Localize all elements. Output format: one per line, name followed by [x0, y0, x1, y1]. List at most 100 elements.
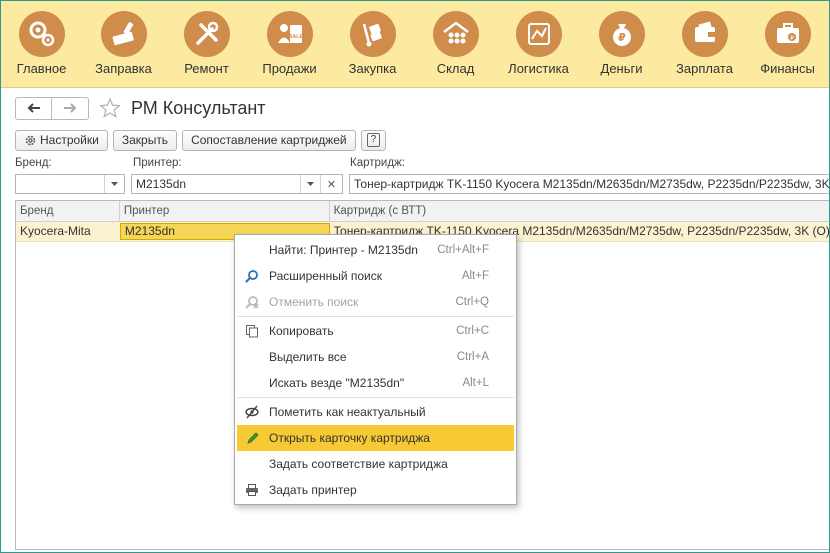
help-button[interactable]: ?: [360, 129, 387, 151]
menu-item-shortcut: Alt+F: [461, 270, 489, 282]
brand-field[interactable]: [15, 174, 125, 194]
help-icon: ?: [366, 133, 381, 147]
svg-text:SALE: SALE: [289, 34, 303, 40]
menu-item-label: Открыть карточку картриджа: [269, 431, 430, 445]
section-label: Зарплата: [676, 61, 733, 76]
menu-separator: [237, 397, 514, 398]
menu-item-shortcut: Ctrl+C: [456, 325, 489, 337]
cartridge-value: Тонер-картридж TK-1150 Kyocera M2135dn/M…: [354, 177, 830, 191]
page-title: РМ Консультант: [131, 97, 266, 118]
column-header-brand[interactable]: Бренд: [16, 201, 120, 221]
menu-item-shortcut: Ctrl+Q: [455, 296, 489, 308]
menu-separator: [237, 316, 514, 317]
section-label: Логистика: [508, 61, 569, 76]
menu-item-shortcut: Ctrl+Alt+F: [437, 244, 489, 256]
section-label: Финансы: [760, 61, 815, 76]
section-label: Главное: [16, 61, 67, 76]
menu-item-cancel-search[interactable]: Отменить поиск Ctrl+Q: [235, 289, 516, 315]
section-logistics[interactable]: Логистика: [497, 1, 580, 87]
section-purchase[interactable]: Закупка: [331, 1, 414, 87]
arrow-left-icon: [27, 103, 40, 113]
cartridge-label: Картридж:: [350, 157, 405, 169]
printer-value: M2135dn: [136, 177, 187, 191]
brand-dropdown-button[interactable]: [104, 175, 124, 193]
app-window: Главное Заправка Ремонт SALE Продажи Зак…: [0, 0, 830, 553]
map-icon: [515, 11, 562, 57]
settings-button[interactable]: Настройки: [15, 129, 108, 151]
warehouse-icon: [432, 11, 479, 57]
menu-item-shortcut: Alt+L: [462, 377, 489, 389]
menu-item-label: Отменить поиск: [269, 295, 359, 309]
money-bag-icon: ₽: [598, 11, 645, 57]
form-header: РМ Консультант: [15, 95, 815, 121]
toolbar: Настройки Закрыть Сопоставление картридж…: [15, 129, 391, 151]
menu-item-label: Расширенный поиск: [269, 269, 382, 283]
gear-icon: [25, 135, 36, 145]
menu-item-label: Выделить все: [269, 350, 347, 364]
menu-item-label: Копировать: [269, 324, 334, 338]
menu-item-mark-obsolete[interactable]: Пометить как неактуальный: [235, 399, 516, 425]
section-finance[interactable]: ₽ Финансы: [746, 1, 829, 87]
menu-item-open-cartridge-card[interactable]: Открыть карточку картриджа: [237, 425, 514, 451]
match-cartridges-button[interactable]: Сопоставление картриджей: [182, 129, 356, 151]
context-menu: Найти: Принтер - M2135dn Ctrl+Alt+F Расш…: [234, 234, 517, 505]
section-warehouse[interactable]: Склад: [414, 1, 497, 87]
column-header-cartridge[interactable]: Картридж (с ВТТ): [330, 201, 829, 221]
cartridge-field[interactable]: Тонер-картридж TK-1150 Kyocera M2135dn/M…: [349, 174, 830, 194]
section-sales[interactable]: SALE Продажи: [248, 1, 331, 87]
arrow-right-icon: [64, 103, 77, 113]
section-label: Склад: [436, 61, 475, 76]
section-label: Продажи: [262, 61, 317, 76]
section-label: Ремонт: [184, 61, 229, 76]
section-salary[interactable]: Зарплата: [663, 1, 746, 87]
section-refill[interactable]: Заправка: [82, 1, 165, 87]
favorite-star-icon[interactable]: [99, 97, 121, 119]
copy-icon: [246, 325, 258, 338]
menu-item-copy[interactable]: Копировать Ctrl+C: [235, 318, 516, 344]
section-bar: Главное Заправка Ремонт SALE Продажи Зак…: [1, 1, 829, 88]
match-cartridges-label: Сопоставление картриджей: [191, 133, 347, 147]
menu-item-label: Задать принтер: [269, 483, 357, 497]
table-header: Бренд Принтер Картридж (с ВТТ): [16, 201, 829, 222]
menu-item-set-printer[interactable]: Задать принтер: [235, 477, 516, 503]
briefcase-icon: ₽: [764, 11, 811, 57]
menu-item-label: Найти: Принтер - M2135dn: [269, 243, 418, 257]
back-button[interactable]: [15, 96, 52, 120]
menu-item-advanced-search[interactable]: Расширенный поиск Alt+F: [235, 263, 516, 289]
menu-item-shortcut: Ctrl+A: [456, 351, 489, 363]
section-main[interactable]: Главное: [1, 1, 82, 87]
printer-icon: [246, 484, 258, 496]
menu-item-set-cartridge-match[interactable]: Задать соответствие картриджа: [235, 451, 516, 477]
wallet-icon: [681, 11, 728, 57]
menu-item-label: Искать везде "M2135dn": [269, 376, 405, 390]
hand-truck-icon: [349, 11, 396, 57]
printer-field[interactable]: M2135dn ✕: [131, 174, 343, 194]
toner-refill-icon: [100, 11, 147, 57]
eye-crossed-icon: [245, 405, 259, 419]
search-icon: [245, 270, 258, 283]
svg-text:₽: ₽: [618, 31, 626, 44]
menu-item-find[interactable]: Найти: Принтер - M2135dn Ctrl+Alt+F: [235, 237, 516, 263]
close-icon: ✕: [326, 178, 337, 191]
section-repair[interactable]: Ремонт: [165, 1, 248, 87]
svg-text:₽: ₽: [790, 35, 794, 42]
menu-item-label: Задать соответствие картриджа: [269, 457, 448, 471]
column-header-printer[interactable]: Принтер: [120, 201, 330, 221]
menu-item-label: Пометить как неактуальный: [269, 405, 426, 419]
close-button[interactable]: Закрыть: [112, 129, 178, 151]
pencil-icon: [247, 432, 259, 444]
close-label: Закрыть: [121, 133, 169, 147]
printer-dropdown-button[interactable]: [300, 175, 320, 193]
chevron-down-icon: [111, 182, 118, 186]
chevron-down-icon: [307, 182, 314, 186]
section-label: Деньги: [600, 61, 643, 76]
section-money[interactable]: ₽ Деньги: [580, 1, 663, 87]
menu-item-select-all[interactable]: Выделить все Ctrl+A: [235, 344, 516, 370]
printer-clear-button[interactable]: ✕: [320, 175, 342, 193]
section-label: Закупка: [348, 61, 397, 76]
forward-button[interactable]: [52, 96, 89, 120]
cell-brand[interactable]: Kyocera-Mita: [16, 222, 120, 241]
menu-item-search-everywhere[interactable]: Искать везде "M2135dn" Alt+L: [235, 370, 516, 396]
gears-icon: [18, 11, 65, 57]
section-label: Заправка: [95, 61, 152, 76]
